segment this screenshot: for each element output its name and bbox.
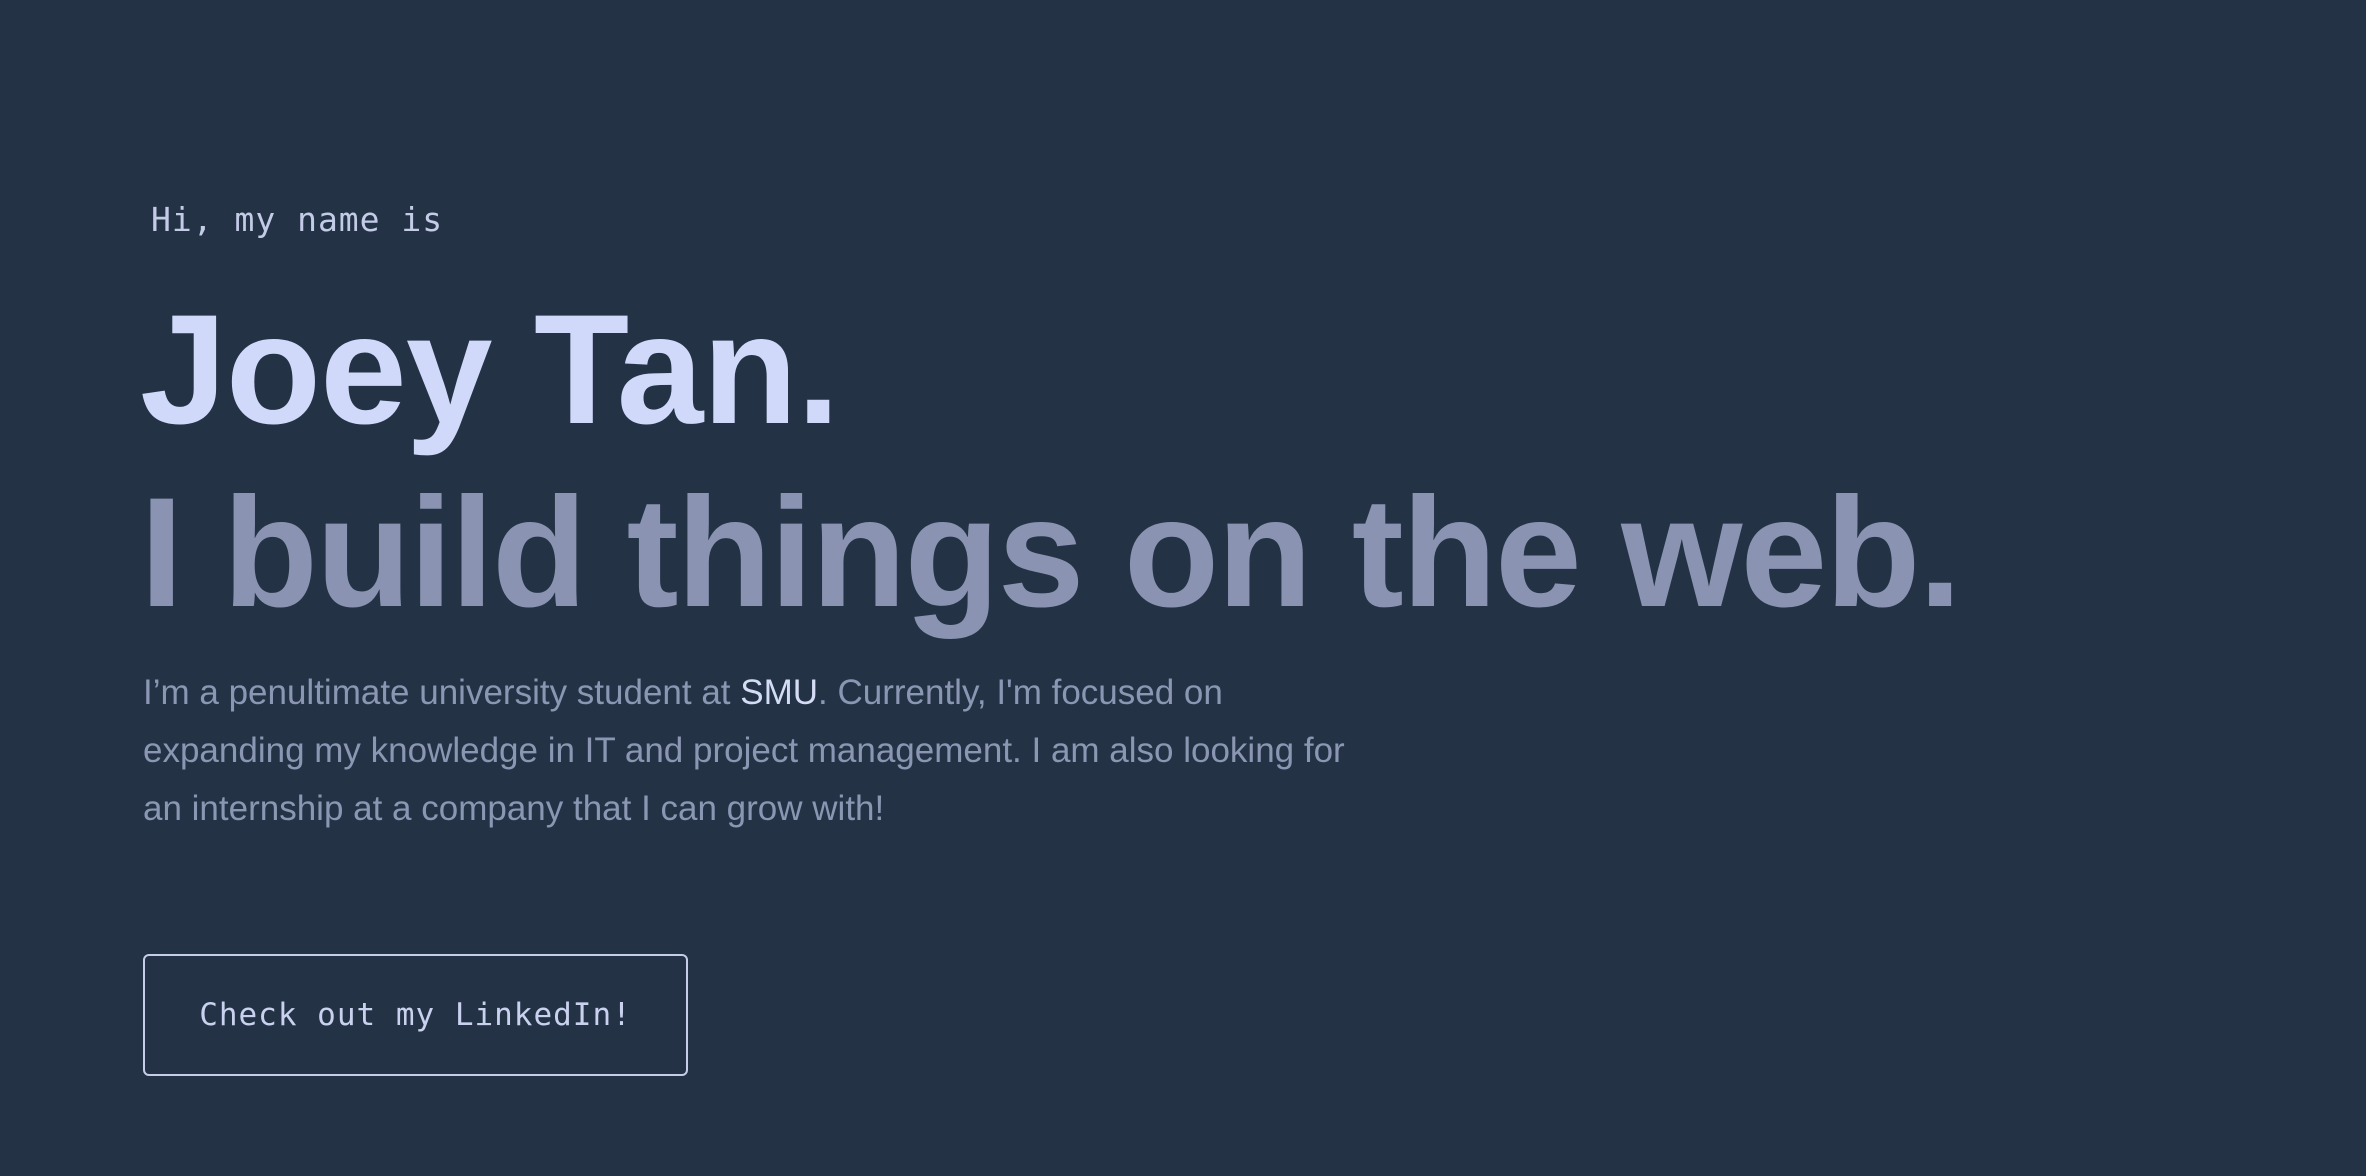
hero-section: Hi, my name is Joey Tan. I build things …: [140, 0, 2243, 1176]
bio-paragraph: I’m a penultimate university student at …: [143, 664, 1363, 838]
hero-tagline: I build things on the web.: [140, 466, 1962, 640]
linkedin-button[interactable]: Check out my LinkedIn!: [143, 954, 688, 1076]
bio-highlight-school: SMU: [740, 673, 819, 712]
intro-text: Hi, my name is: [151, 200, 444, 239]
bio-text-start: I’m a penultimate university student at: [143, 673, 741, 712]
hero-name: Joey Tan.: [140, 283, 840, 457]
